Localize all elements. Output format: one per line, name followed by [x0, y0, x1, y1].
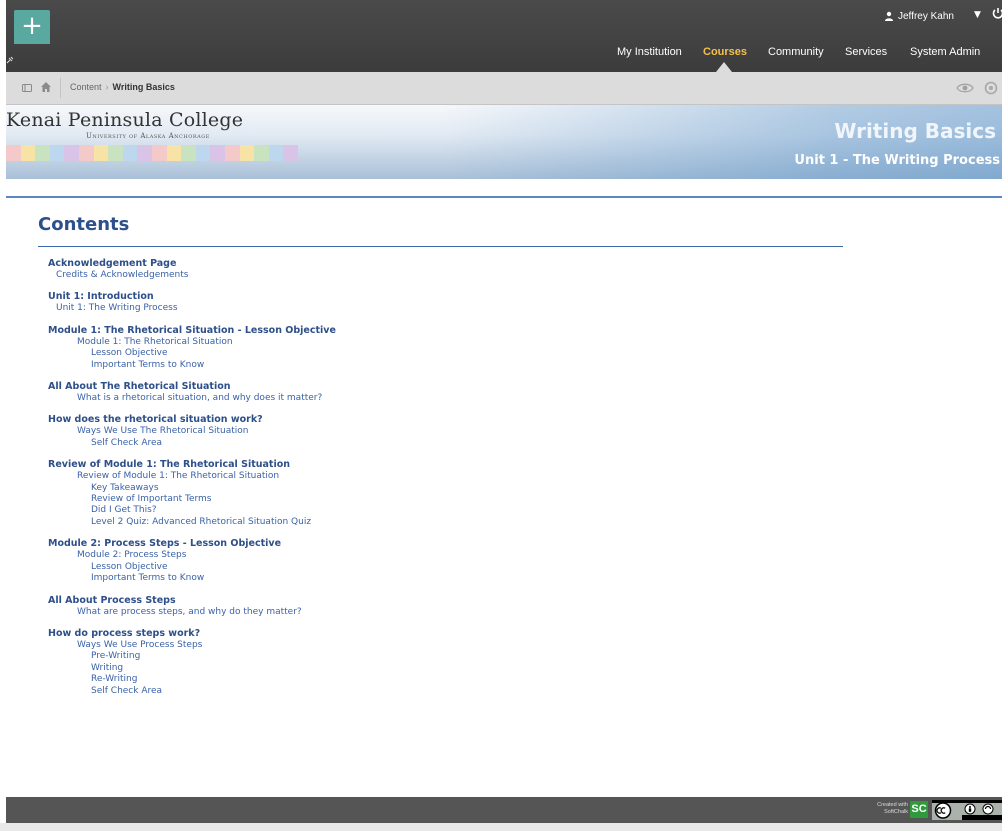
color-strip-segment	[6, 145, 21, 161]
person-icon	[885, 11, 893, 21]
color-strip	[6, 145, 298, 161]
toc-section-title[interactable]: How do process steps work?	[48, 628, 748, 640]
toc-section: Module 1: The Rhetorical Situation - Les…	[48, 325, 748, 371]
user-name[interactable]: Jeffrey Kahn	[898, 11, 954, 22]
menu-icon[interactable]	[22, 83, 32, 93]
tab-community[interactable]: Community	[768, 46, 824, 58]
toc-link[interactable]: Level 2 Quiz: Advanced Rhetorical Situat…	[48, 517, 748, 528]
toc-section-title[interactable]: Review of Module 1: The Rhetorical Situa…	[48, 459, 748, 471]
color-strip-segment	[108, 145, 123, 161]
toc-link[interactable]: Re-Writing	[48, 674, 748, 685]
toc-link[interactable]: Module 1: The Rhetorical Situation	[48, 337, 748, 348]
toc-section-title[interactable]: Acknowledgement Page	[48, 258, 748, 270]
toc-link[interactable]: Lesson Objective	[48, 348, 748, 359]
unit-title: Unit 1 - The Writing Process	[794, 153, 1000, 168]
home-icon[interactable]	[40, 81, 52, 93]
tab-my-institution[interactable]: My Institution	[617, 46, 682, 58]
toc-link[interactable]: Key Takeaways	[48, 483, 748, 494]
college-name: Kenai Peninsula College	[6, 109, 244, 131]
breadcrumb-divider	[60, 78, 61, 98]
breadcrumb-parent[interactable]: Content	[70, 82, 102, 92]
breadcrumb-bar: Content › Writing Basics	[6, 72, 1002, 105]
toc-link[interactable]: Writing	[48, 663, 748, 674]
toc-link[interactable]: Ways We Use The Rhetorical Situation	[48, 426, 748, 437]
color-strip-segment	[195, 145, 211, 161]
breadcrumb-current: Writing Basics	[112, 82, 175, 92]
color-strip-segment	[20, 145, 36, 161]
toc-link[interactable]: Did I Get This?	[48, 505, 748, 516]
table-of-contents: Acknowledgement Page Credits & Acknowledg…	[48, 258, 748, 707]
active-tab-indicator	[716, 62, 732, 72]
color-strip-segment	[268, 145, 284, 161]
toc-link[interactable]: What are process steps, and why do they …	[48, 607, 748, 618]
toc-section-title[interactable]: How does the rhetorical situation work?	[48, 414, 748, 426]
toc-section-title[interactable]: All About Process Steps	[48, 595, 748, 607]
color-strip-segment	[49, 145, 65, 161]
color-strip-segment	[210, 145, 225, 161]
color-strip-segment	[93, 145, 109, 161]
toc-link[interactable]: Ways We Use Process Steps	[48, 640, 748, 651]
power-icon[interactable]	[991, 6, 1002, 20]
toc-section: Unit 1: Introduction Unit 1: The Writing …	[48, 291, 748, 314]
breadcrumb: Content › Writing Basics	[70, 82, 175, 92]
toc-link[interactable]: Credits & Acknowledgements	[48, 270, 748, 281]
toc-section: Acknowledgement Page Credits & Acknowledg…	[48, 258, 748, 281]
banner-divider	[6, 196, 1002, 198]
color-strip-segment	[166, 145, 182, 161]
toc-link[interactable]: Review of Module 1: The Rhetorical Situa…	[48, 471, 748, 482]
toc-link[interactable]: Important Terms to Know	[48, 360, 748, 371]
color-strip-segment	[239, 145, 255, 161]
toc-section: All About Process Steps What are process …	[48, 595, 748, 618]
tab-courses[interactable]: Courses	[703, 46, 747, 58]
color-strip-segment	[181, 145, 196, 161]
color-strip-segment	[151, 145, 167, 161]
toc-section-title[interactable]: Module 2: Process Steps - Lesson Objecti…	[48, 538, 748, 550]
creative-commons-icon[interactable]	[932, 800, 1002, 820]
plus-icon[interactable]: +	[14, 10, 50, 44]
footer: Created with SoftChalk SC	[6, 797, 1002, 823]
contents-divider	[38, 246, 843, 247]
toc-link[interactable]: Self Check Area	[48, 438, 748, 449]
toc-section: All About The Rhetorical Situation What i…	[48, 381, 748, 404]
footer-bottom-strip	[0, 823, 1002, 831]
color-strip-segment	[78, 145, 94, 161]
college-subtitle: University of Alaska Anchorage	[86, 132, 210, 140]
toc-link[interactable]: Lesson Objective	[48, 562, 748, 573]
toc-section: How do process steps work? Ways We Use Pr…	[48, 628, 748, 697]
color-strip-segment	[64, 145, 79, 161]
toc-section: Module 2: Process Steps - Lesson Objecti…	[48, 538, 748, 584]
page-title: Contents	[38, 214, 130, 235]
eye-icon[interactable]	[956, 81, 974, 95]
color-strip-segment	[254, 145, 269, 161]
toc-link[interactable]: Unit 1: The Writing Process	[48, 303, 748, 314]
course-title: Writing Basics	[834, 119, 996, 143]
color-strip-segment	[137, 145, 152, 161]
toc-section: Review of Module 1: The Rhetorical Situa…	[48, 459, 748, 528]
toc-link[interactable]: Module 2: Process Steps	[48, 550, 748, 561]
toc-link[interactable]: Important Terms to Know	[48, 573, 748, 584]
softchalk-logo[interactable]: SC	[910, 801, 928, 818]
created-with-text: Created with SoftChalk	[877, 802, 908, 815]
chevron-down-icon[interactable]: ▼	[974, 10, 981, 20]
color-strip-segment	[283, 145, 298, 161]
color-strip-segment	[224, 145, 240, 161]
toc-link[interactable]: Self Check Area	[48, 686, 748, 697]
user-menu[interactable]: Jeffrey Kahn	[884, 6, 954, 26]
tab-services[interactable]: Services	[845, 46, 887, 58]
color-strip-segment	[35, 145, 50, 161]
color-strip-segment	[122, 145, 138, 161]
top-navigation-bar: + Jeffrey Kahn ▼ My Institution Courses …	[6, 0, 1002, 72]
course-banner: Kenai Peninsula College University of Al…	[6, 105, 1002, 179]
gear-icon[interactable]	[984, 81, 998, 95]
breadcrumb-separator: ›	[105, 82, 109, 92]
toc-link[interactable]: Review of Important Terms	[48, 494, 748, 505]
toc-section-title[interactable]: Unit 1: Introduction	[48, 291, 748, 303]
toc-section: How does the rhetorical situation work? W…	[48, 414, 748, 449]
toc-section-title[interactable]: All About The Rhetorical Situation	[48, 381, 748, 393]
tab-system-admin[interactable]: System Admin	[910, 46, 980, 58]
main-nav-tabs: My Institution Courses Community Service…	[6, 46, 1002, 66]
toc-section-title[interactable]: Module 1: The Rhetorical Situation - Les…	[48, 325, 748, 337]
toc-link[interactable]: Pre-Writing	[48, 651, 748, 662]
toc-link[interactable]: What is a rhetorical situation, and why …	[48, 393, 748, 404]
